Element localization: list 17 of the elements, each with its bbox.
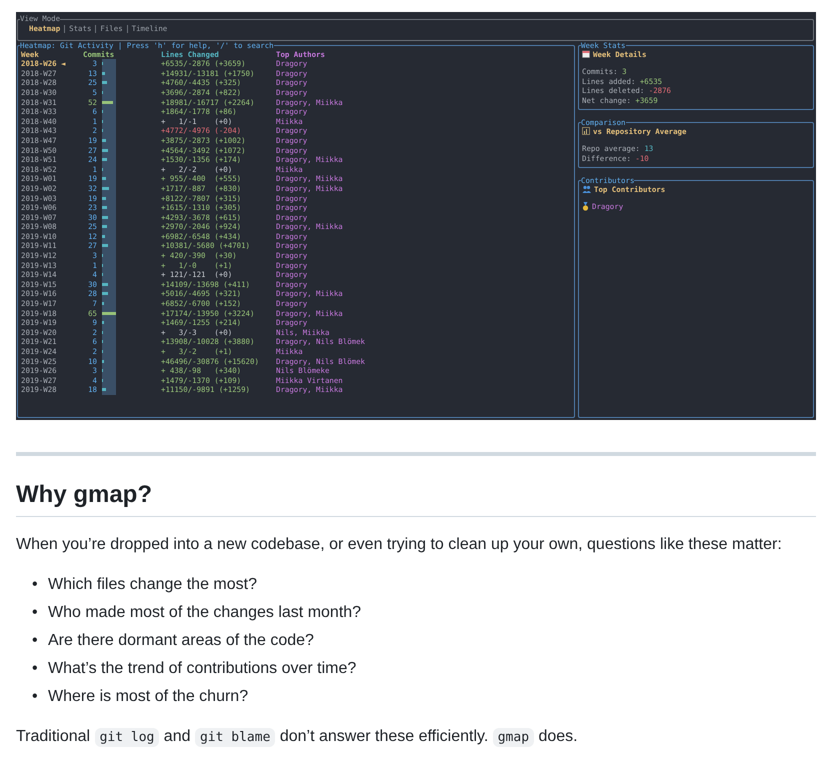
list-bullet: • [32,631,38,651]
list-item: Who made most of the changes last month? [48,603,362,623]
list-bullet: • [32,659,38,679]
list-item: Where is most of the churn? [48,687,248,707]
list-item: Are there dormant areas of the code? [48,631,314,651]
list-bullet: • [32,575,38,595]
medal-icon [582,202,589,212]
list-item: What’s the trend of contributions over time? [48,659,356,679]
list-bullet: • [32,603,38,623]
people-icon [582,185,591,194]
calendar-icon [582,50,590,58]
bar-chart-icon [582,127,590,136]
section-heading: Why gmap? [16,480,816,517]
paragraph: When you’re dropped into a new codebase, or even trying to clean up your own, questions like these matter: [16,535,783,555]
list-bullet: • [32,687,38,707]
list-item: Which files change the most? [48,575,257,595]
paragraph: Traditional git log and git blame don’t answer these efficiently. gmap does. [16,727,579,749]
